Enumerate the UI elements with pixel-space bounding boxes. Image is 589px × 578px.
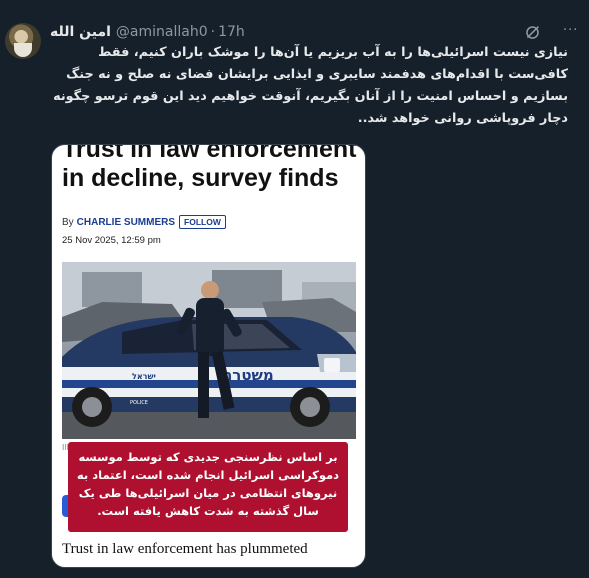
article-headline: Trust in law enforcement in decline, sur… <box>62 144 357 192</box>
post-text: نیازی نیست اسرائیلی‌ها را به آب بریزیم ی… <box>53 45 568 126</box>
byline-prefix: By <box>62 216 74 228</box>
display-name[interactable]: امین الله <box>50 24 111 40</box>
grok-icon[interactable] <box>524 24 541 41</box>
vehicle-text-tiny: POLICE <box>130 400 148 406</box>
article-photo: משטרה ישראל POLICE <box>62 262 356 439</box>
avatar[interactable] <box>5 23 41 59</box>
follow-button: FOLLOW <box>179 215 226 229</box>
article-date: 25 Nov 2025, 12:59 pm <box>62 235 161 246</box>
post-media[interactable]: Trust in law enforcement in decline, sur… <box>51 144 366 568</box>
separator: · <box>210 24 216 40</box>
post[interactable]: امین الله @aminallah0 · 17h ··· نیازی نی… <box>0 0 589 578</box>
more-icon[interactable]: ··· <box>563 23 578 38</box>
police-car-illustration: משטרה ישראל POLICE <box>62 262 356 439</box>
overlay-caption: بر اساس نظرسنجی جدیدی که توسط موسسه دموک… <box>68 442 348 532</box>
handle[interactable]: @aminallah0 <box>116 24 208 40</box>
vehicle-text-small: ישראל <box>132 372 156 381</box>
post-header: امین الله @aminallah0 · 17h <box>50 22 245 42</box>
avatar-beard <box>14 43 32 57</box>
article-author: CHARLIE SUMMERS <box>76 216 176 228</box>
article-byline: By CHARLIE SUMMERS FOLLOW <box>62 215 226 229</box>
vehicle-text: משטרה <box>222 366 274 384</box>
article-subhead: Trust in law enforcement has plummeted <box>62 541 308 557</box>
post-time[interactable]: 17h <box>218 24 245 40</box>
